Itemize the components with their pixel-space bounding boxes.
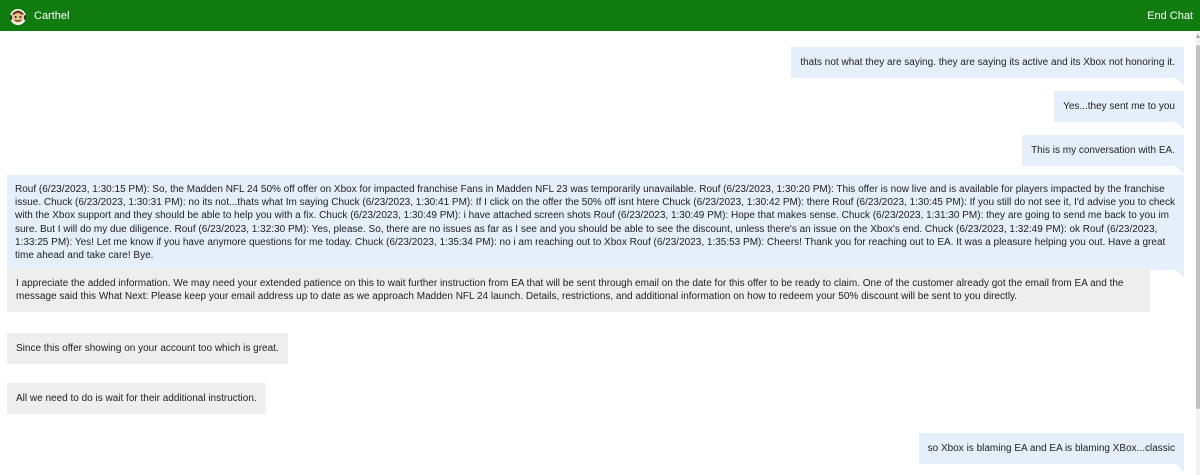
agent-message: All we need to do is wait for their addi… (7, 383, 266, 415)
message-text: Rouf (6/23/2023, 1:30:15 PM): So, the Ma… (15, 184, 1175, 262)
user-message: Yes...they sent me to you (1054, 91, 1184, 131)
xbox-mascot-logo-icon (10, 8, 26, 25)
message-text: This is my conversation with EA. (1031, 145, 1175, 156)
brand: Carthel (8, 6, 69, 26)
chat-header: Carthel End Chat (0, 0, 1200, 31)
user-message: Rouf (6/23/2023, 1:30:15 PM): So, the Ma… (7, 175, 1184, 279)
message-text: so Xbox is blaming EA and EA is blaming … (927, 443, 1175, 454)
end-chat-button[interactable]: End Chat (1147, 10, 1193, 22)
scroll-up-arrow-icon[interactable] (1196, 34, 1200, 38)
message-text: Since this offer showing on your account… (16, 343, 279, 354)
message-text: thats not what they are saying. they are… (800, 57, 1175, 68)
agent-message: Since this offer showing on your account… (7, 333, 288, 365)
message-text: Yes...they sent me to you (1063, 101, 1175, 112)
scrollbar-thumb[interactable] (1196, 45, 1200, 409)
user-message: so Xbox is blaming EA and EA is blaming … (918, 433, 1185, 473)
user-message: This is my conversation with EA. (1022, 135, 1184, 175)
chat-scrollbar[interactable] (1196, 31, 1200, 475)
agent-message: I appreciate the added information. We m… (7, 268, 1150, 313)
chat-transcript[interactable]: thats not what they are saying. they are… (0, 31, 1196, 475)
app-name: Carthel (34, 9, 70, 22)
message-text: I appreciate the added information. We m… (16, 278, 1124, 303)
user-message: thats not what they are saying. they are… (791, 47, 1184, 87)
message-text: All we need to do is wait for their addi… (16, 393, 257, 404)
